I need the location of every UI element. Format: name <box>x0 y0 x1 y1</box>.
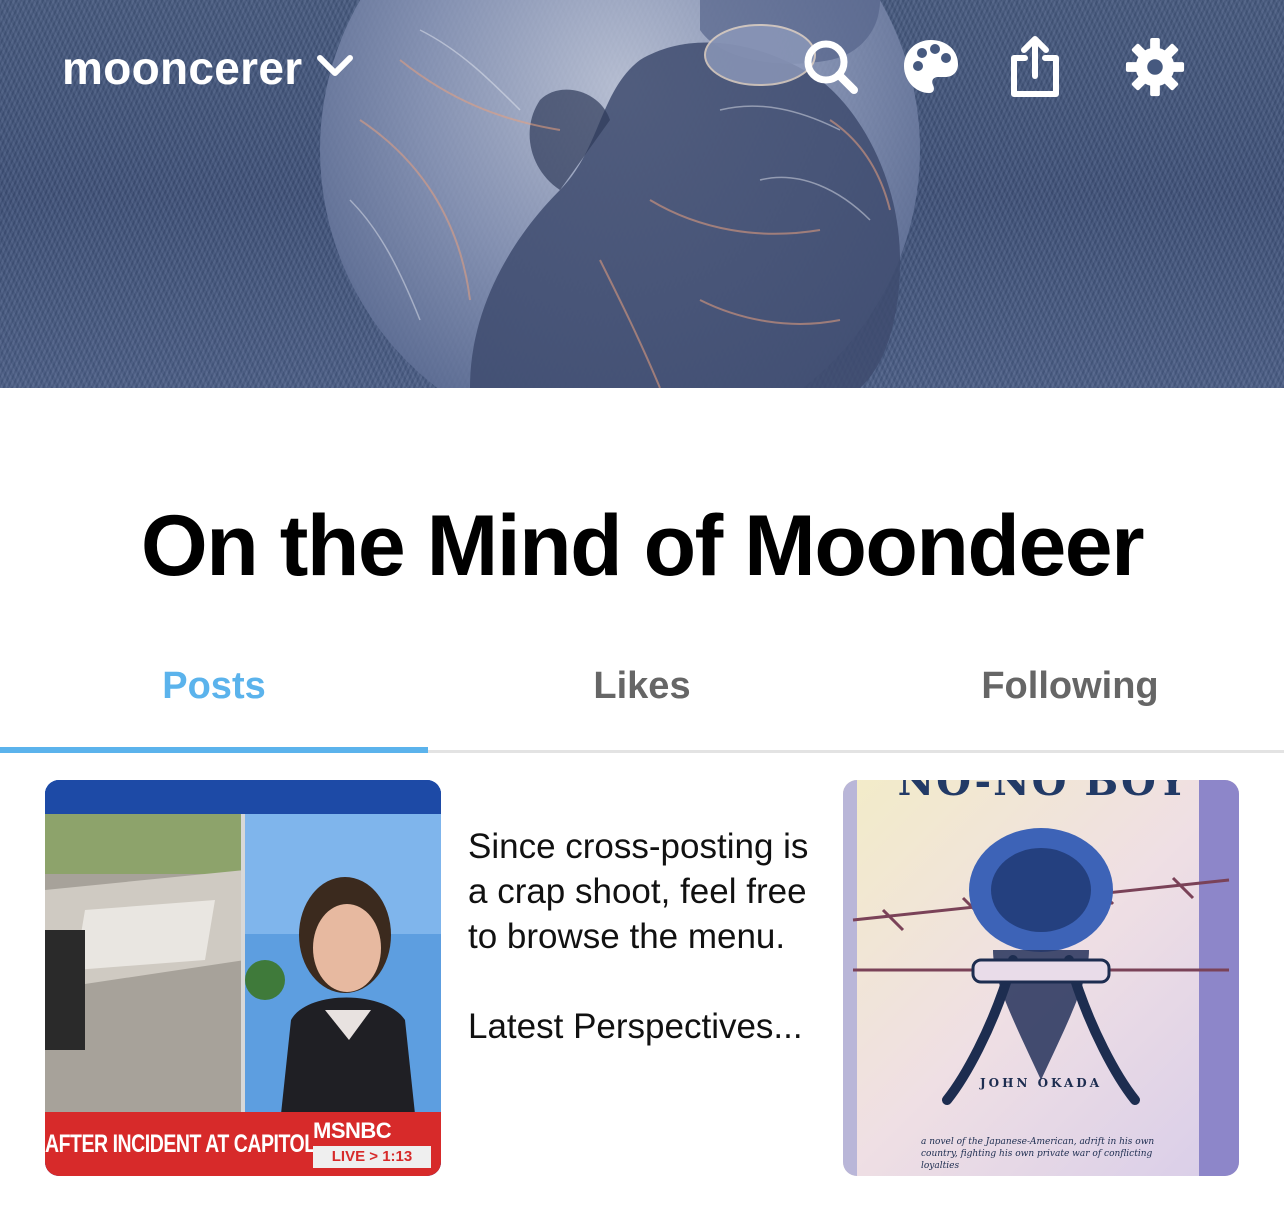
news-headline: AFTER INCIDENT AT CAPITOL <box>45 1130 316 1158</box>
blog-name: mooncerer <box>62 42 303 94</box>
profile-tabs: Posts Likes Following <box>0 648 1284 753</box>
book-author: JOHN OKADA <box>979 1076 1103 1090</box>
header-banner: mooncerer <box>0 0 1284 388</box>
blog-title: On the Mind of Moondeer <box>140 498 1145 594</box>
tab-likes[interactable]: Likes <box>428 648 856 750</box>
news-lower-third: AFTER INCIDENT AT CAPITOL MSNBC LIVE > 1… <box>45 1112 441 1176</box>
book-cover-art <box>843 780 1239 1176</box>
search-icon[interactable] <box>800 36 862 98</box>
book-title: NO-NO BOY <box>897 780 1189 805</box>
chevron-down-icon <box>316 54 354 83</box>
tab-following[interactable]: Following <box>856 648 1284 750</box>
palette-icon[interactable] <box>900 36 962 98</box>
gear-icon[interactable] <box>1124 36 1186 98</box>
top-bar: mooncerer <box>0 0 1284 140</box>
post-tile-news[interactable]: AFTER INCIDENT AT CAPITOL MSNBC LIVE > 1… <box>45 780 441 1176</box>
post-tile-text[interactable]: Since cross-posting is a crap shoot, fee… <box>444 780 840 1176</box>
tab-posts[interactable]: Posts <box>0 648 428 753</box>
network-label: MSNBC <box>313 1118 392 1143</box>
book-blurb: a novel of the Japanese-American, adrift… <box>921 1137 1155 1171</box>
share-icon[interactable] <box>1004 36 1066 98</box>
post-text-body: Since cross-posting is a crap shoot, fee… <box>468 827 809 1046</box>
post-tile-book[interactable]: NO-NO BOY JOHN OKADA a novel of the Japa… <box>843 780 1239 1176</box>
blog-switcher[interactable]: mooncerer <box>62 38 354 98</box>
live-indicator: LIVE > 1:13 <box>313 1146 431 1168</box>
